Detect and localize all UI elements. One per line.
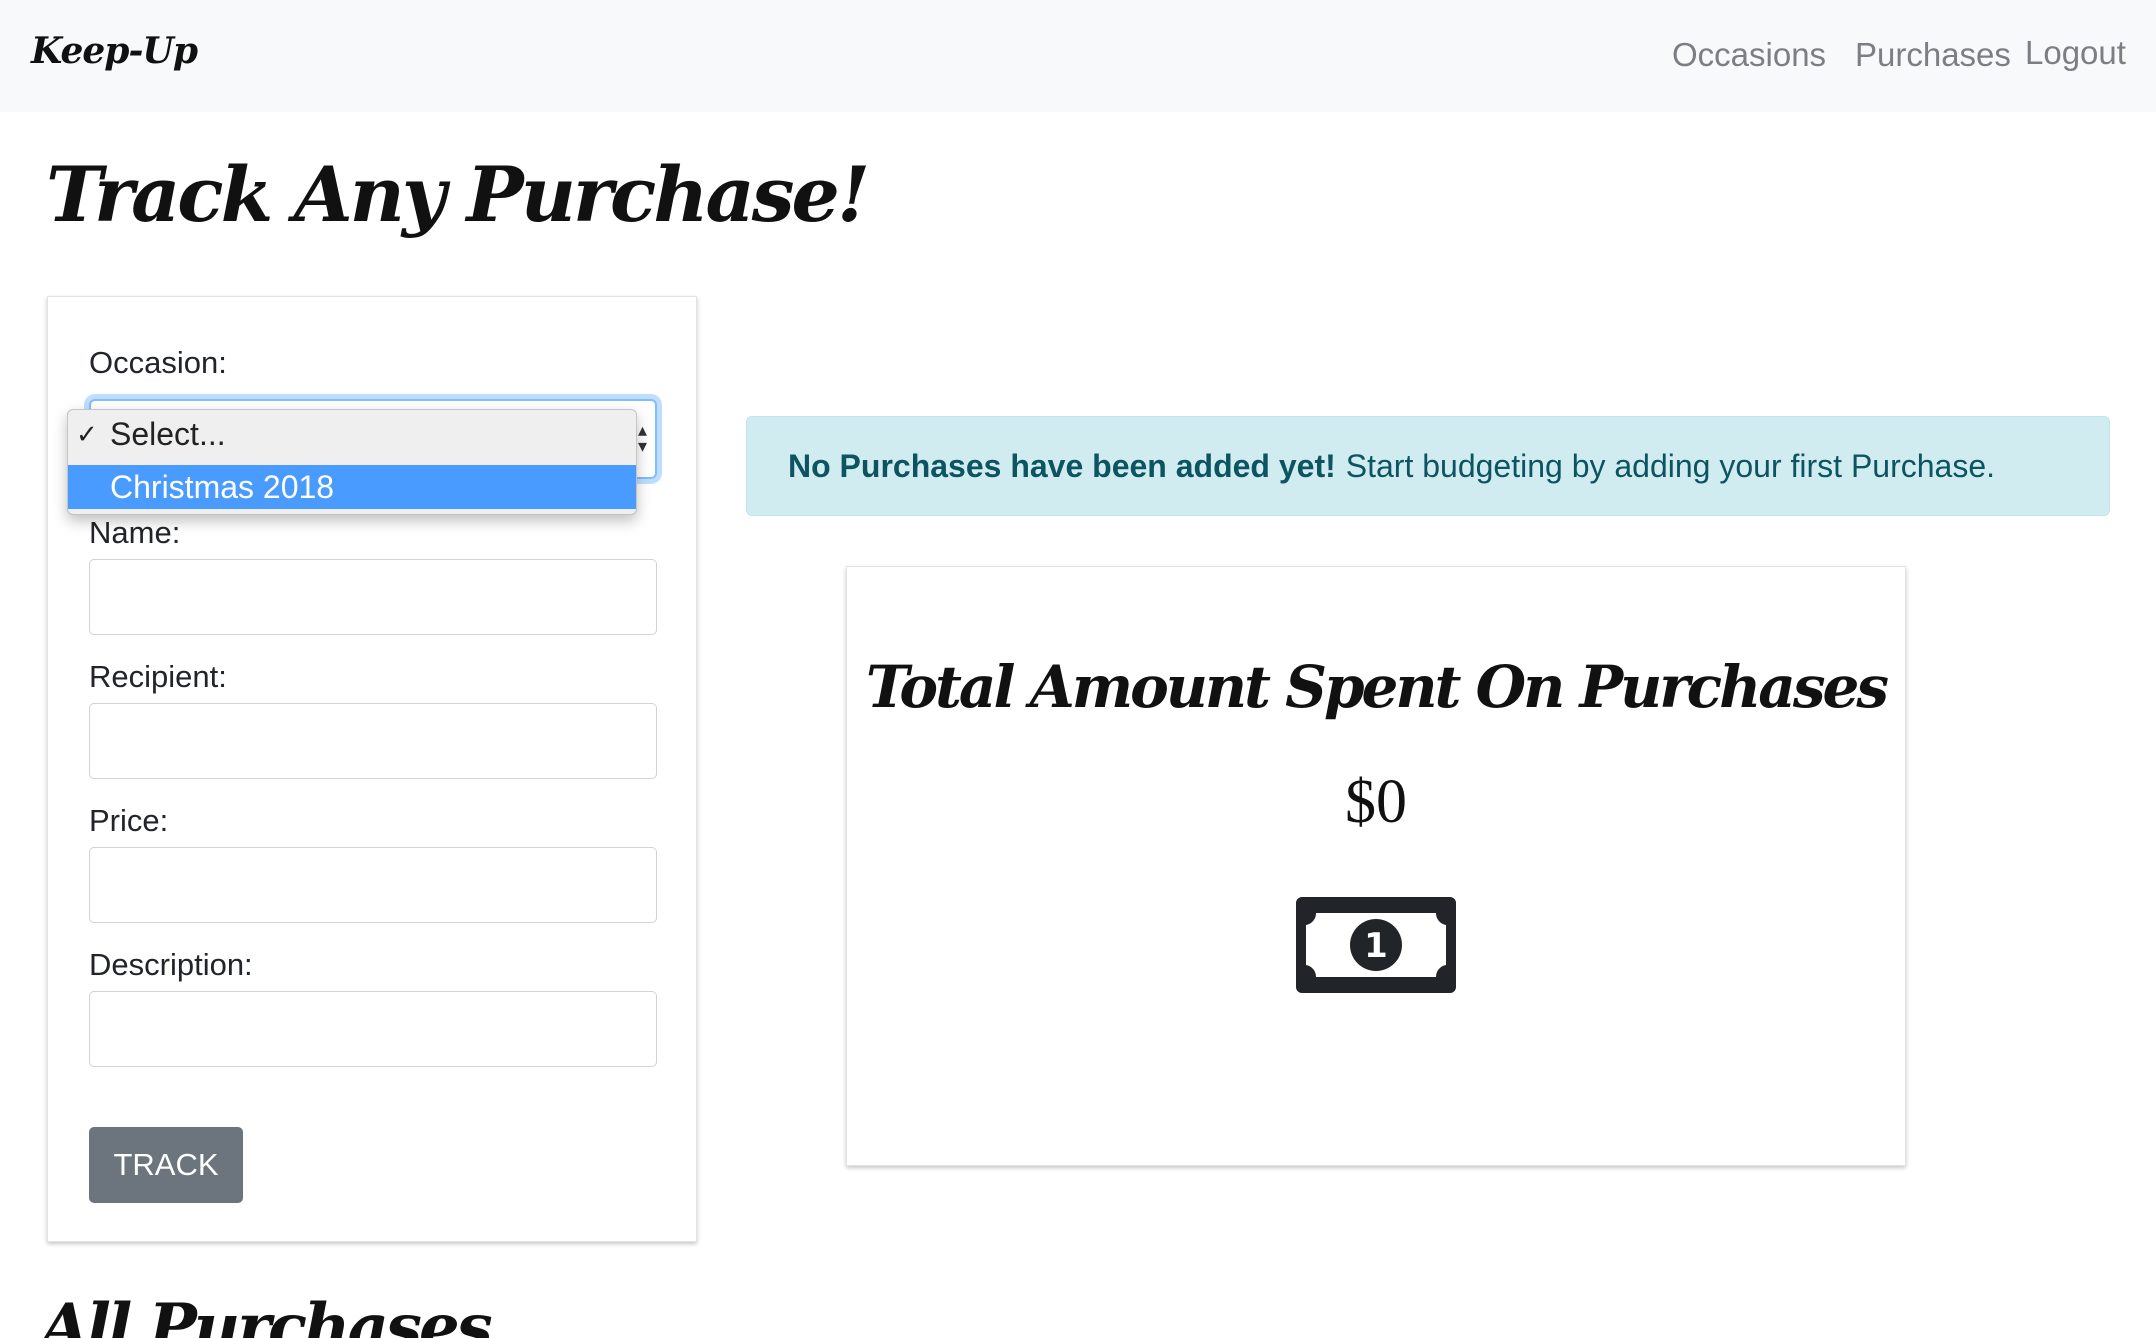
description-label: Description: — [89, 947, 253, 982]
empty-purchases-alert: No Purchases have been added yet! Start … — [746, 416, 2110, 516]
dropdown-option-select[interactable]: ✓ Select... — [68, 412, 636, 456]
alert-text: Start budgeting by adding your first Pur… — [1345, 447, 1996, 484]
occasion-dropdown-menu: ✓ Select... Christmas 2018 — [67, 409, 637, 515]
svg-text:1: 1 — [1364, 926, 1388, 966]
description-input[interactable] — [89, 991, 657, 1067]
brand-logo[interactable]: Keep-Up — [31, 30, 198, 72]
total-spent-card: Total Amount Spent On Purchases $0 1 — [846, 566, 1906, 1166]
occasion-label: Occasion: — [89, 345, 227, 380]
name-label: Name: — [89, 515, 181, 550]
nav-link-logout[interactable]: Logout — [2025, 34, 2126, 72]
total-spent-title: Total Amount Spent On Purchases — [865, 653, 1889, 721]
price-label: Price: — [89, 803, 169, 838]
money-bill-icon: 1 — [1296, 897, 1456, 993]
dropdown-option-label: Select... — [110, 416, 226, 452]
dropdown-option-label: Christmas 2018 — [110, 469, 335, 505]
recipient-input[interactable] — [89, 703, 657, 779]
page-title: Track Any Purchase! — [46, 150, 870, 239]
nav-link-purchases[interactable]: Purchases — [1855, 36, 2011, 74]
recipient-label: Recipient: — [89, 659, 227, 694]
navbar: Keep-Up Occasions Purchases Logout — [0, 0, 2156, 112]
all-purchases-title: All Purchases — [40, 1290, 493, 1338]
checkmark-icon: ✓ — [76, 419, 98, 449]
price-input[interactable] — [89, 847, 657, 923]
track-button[interactable]: TRACK — [89, 1127, 243, 1203]
nav-link-occasions[interactable]: Occasions — [1672, 36, 1826, 74]
total-spent-amount: $0 — [1345, 768, 1407, 836]
select-arrows-icon: ▴ ▾ — [637, 420, 647, 457]
alert-strong-text: No Purchases have been added yet! — [788, 447, 1336, 484]
dropdown-option-christmas-2018[interactable]: Christmas 2018 — [68, 465, 636, 509]
name-input[interactable] — [89, 559, 657, 635]
